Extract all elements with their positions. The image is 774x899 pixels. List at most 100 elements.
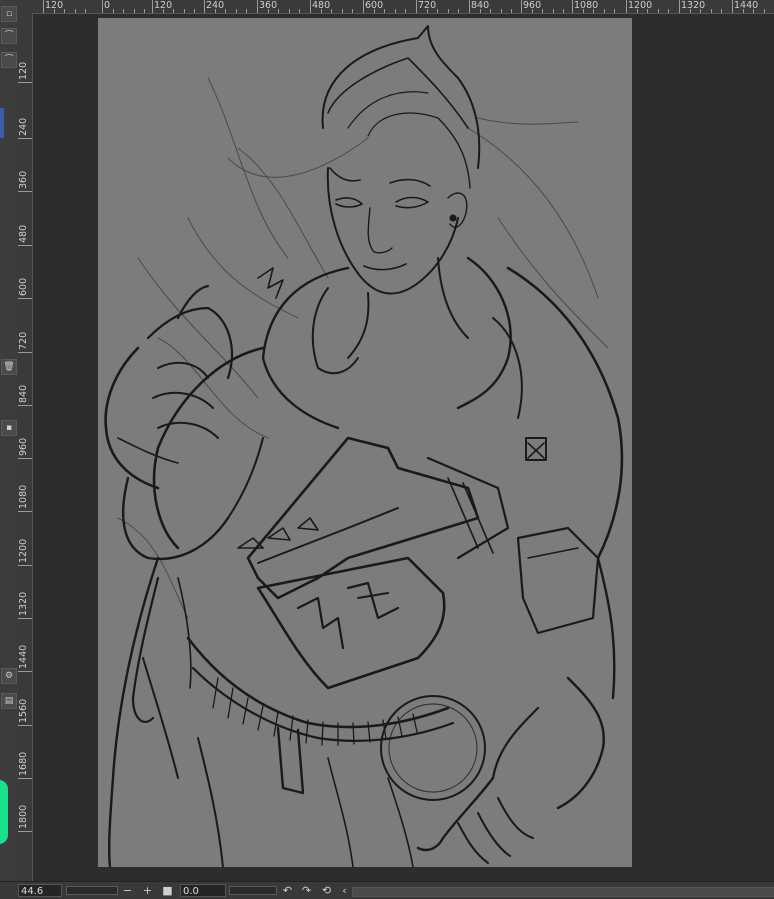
zoom-in-plus-icon[interactable]: + (141, 883, 154, 898)
layer-settings-icon[interactable]: ▤ (1, 693, 17, 709)
ruler-major-tick (18, 831, 32, 832)
ruler-label: 1080 (574, 0, 599, 11)
zoom-fit-square-icon[interactable]: ■ (161, 883, 174, 898)
ruler-major-tick (310, 0, 311, 13)
ruler-minor-tick (542, 9, 544, 13)
ruler-minor-tick (603, 9, 605, 13)
ruler-minor-tick (563, 9, 565, 13)
ruler-minor-tick (500, 9, 502, 13)
lasso-tool-icon[interactable]: ⌒ (1, 28, 17, 44)
color-wheel-edge[interactable] (0, 780, 8, 844)
ruler-minor-tick (437, 9, 439, 13)
rotation-input[interactable]: 0.0 (180, 884, 226, 897)
ruler-major-tick (469, 0, 470, 13)
drawing-canvas[interactable] (98, 18, 632, 867)
reset-rotation-icon[interactable]: ⟲ (320, 883, 333, 898)
ruler-label: 1440 (18, 644, 29, 669)
ruler-major-tick (18, 725, 32, 726)
ruler-minor-tick (267, 9, 269, 13)
ruler-minor-tick (511, 9, 513, 13)
ruler-label: 1680 (18, 751, 29, 776)
ruler-minor-tick (405, 9, 407, 13)
ruler-minor-tick (278, 9, 280, 13)
rotation-slider[interactable] (229, 886, 277, 895)
ruler-label: 1200 (628, 0, 653, 11)
vertical-ruler: 120 240 360 480 600 720 840 960 1080 1200 1320 1440… (18, 13, 33, 881)
zoom-slider[interactable] (66, 886, 118, 895)
ruler-major-tick (18, 352, 32, 353)
ruler-minor-tick (183, 9, 185, 13)
ruler-minor-tick (593, 9, 595, 13)
ruler-major-tick (18, 138, 32, 139)
selected-layer-indicator (0, 108, 4, 138)
ruler-major-tick (43, 0, 44, 13)
zoom-out-minus-icon[interactable]: − (121, 883, 134, 898)
ruler-minor-tick (64, 9, 66, 13)
ruler-minor-tick (352, 9, 354, 13)
tool-button-top[interactable]: ▫ (1, 6, 17, 22)
ruler-minor-tick (647, 9, 649, 13)
ruler-major-tick (732, 0, 733, 13)
ruler-label: 720 (18, 331, 29, 350)
ruler-major-tick (18, 405, 32, 406)
ruler-label: 120 (18, 61, 29, 80)
ruler-major-tick (102, 0, 103, 13)
canvas-workspace[interactable] (33, 14, 774, 881)
ruler-label: 1560 (18, 698, 29, 723)
ruler-minor-tick (614, 9, 616, 13)
rotate-right-icon[interactable]: ↷ (300, 883, 313, 898)
ruler-minor-tick (531, 9, 533, 13)
ruler-minor-tick (112, 9, 114, 13)
lock-icon[interactable]: ▪ (1, 420, 17, 436)
ruler-minor-tick (133, 9, 135, 13)
rotate-left-icon[interactable]: ↶ (281, 883, 294, 898)
ruler-major-tick (18, 298, 32, 299)
ruler-major-tick (18, 245, 32, 246)
ruler-minor-tick (490, 9, 492, 13)
ruler-minor-tick (479, 9, 481, 13)
ruler-minor-tick (225, 9, 227, 13)
left-tool-strip: ▫ ⌒ ⌒ 🗑 ▪ ⚙ ▤ (0, 0, 19, 881)
horizontal-scrollbar[interactable] (352, 887, 774, 897)
lasso-tool-2-icon[interactable]: ⌒ (1, 52, 17, 68)
ruler-minor-tick (582, 9, 584, 13)
ruler-minor-tick (689, 9, 691, 13)
ruler-label: 1440 (734, 0, 759, 11)
ruler-minor-tick (85, 9, 87, 13)
ruler-minor-tick (331, 9, 333, 13)
ruler-major-tick (679, 0, 680, 13)
ruler-minor-tick (341, 9, 343, 13)
ruler-minor-tick (710, 9, 712, 13)
ruler-major-tick (204, 0, 205, 13)
ruler-major-tick (257, 0, 258, 13)
wrench-icon[interactable]: ⚙ (1, 668, 17, 684)
ruler-minor-tick (447, 9, 449, 13)
ruler-minor-tick (74, 9, 76, 13)
flip-horizontal-chevron-left-icon[interactable]: ‹ (338, 883, 351, 898)
ruler-major-tick (18, 191, 32, 192)
ruler-label: 1800 (18, 804, 29, 829)
ruler-major-tick (18, 511, 32, 512)
ruler-minor-tick (235, 9, 237, 13)
ruler-major-tick (521, 0, 522, 13)
ruler-minor-tick (657, 9, 659, 13)
ruler-minor-tick (320, 9, 322, 13)
ruler-minor-tick (426, 9, 428, 13)
ruler-minor-tick (636, 9, 638, 13)
ruler-minor-tick (763, 9, 765, 13)
ruler-label: 840 (18, 384, 29, 403)
ruler-label: 360 (18, 170, 29, 189)
ruler-minor-tick (214, 9, 216, 13)
ruler-minor-tick (288, 9, 290, 13)
trash-icon[interactable]: 🗑 (1, 359, 17, 375)
ruler-major-tick (18, 458, 32, 459)
zoom-input[interactable]: 44.6 (18, 884, 62, 897)
ruler-minor-tick (700, 9, 702, 13)
status-bar: 44.6 − + ■ 0.0 ↶ ↷ ⟲ ‹ (0, 881, 774, 899)
sketch-drawing (104, 25, 624, 867)
ruler-minor-tick (144, 9, 146, 13)
ruler-minor-tick (753, 9, 755, 13)
ruler-minor-tick (373, 9, 375, 13)
ruler-minor-tick (668, 9, 670, 13)
ruler-major-tick (626, 0, 627, 13)
